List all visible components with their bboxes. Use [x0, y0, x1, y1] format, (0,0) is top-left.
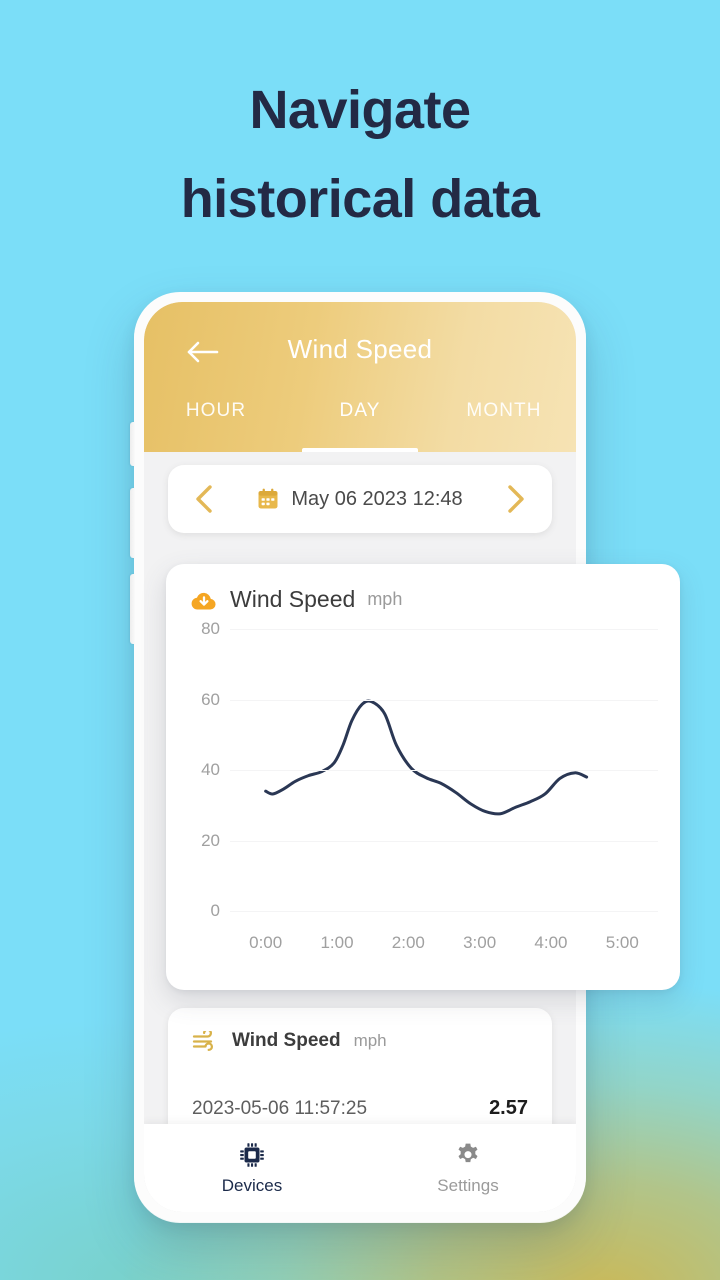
page-title: Wind Speed: [287, 334, 433, 364]
tab-month[interactable]: MONTH: [432, 396, 576, 452]
bottom-navigation: Devices Settings: [144, 1124, 576, 1212]
chart-y-tick: 60: [201, 689, 220, 709]
chart-unit: mph: [367, 589, 403, 609]
phone-side-button-volume-down: [130, 574, 135, 644]
list-item[interactable]: 2023-05-06 11:57:25 2.57: [192, 1097, 528, 1120]
nav-item-settings[interactable]: Settings: [360, 1141, 576, 1196]
chart-series-line: [266, 701, 587, 814]
phone-mockup: Wind Speed HOUR DAY MONTH May 06 2023 12…: [130, 292, 680, 1222]
phone-screen: Wind Speed HOUR DAY MONTH May 06 2023 12…: [144, 302, 680, 1212]
chart-gridline: [230, 770, 658, 771]
date-navigator: May 06 2023 12:48: [168, 465, 552, 533]
reading-value: 2.57: [489, 1097, 528, 1119]
chevron-right-icon[interactable]: [500, 482, 530, 516]
chart-x-tick: 4:00: [534, 933, 568, 952]
tab-hour[interactable]: HOUR: [144, 396, 288, 452]
chart-x-axis: 0:00 1:00 2:00 3:00 4:00 5:00: [230, 933, 658, 953]
app-header: Wind Speed HOUR DAY MONTH: [144, 302, 576, 452]
chart-y-tick: 20: [201, 830, 220, 850]
period-tabs: HOUR DAY MONTH: [144, 396, 576, 452]
chart-gridline: [230, 840, 658, 842]
date-value: May 06 2023 12:48: [291, 487, 463, 510]
chart-title: Wind Speed: [230, 586, 356, 612]
chart-x-tick: 3:00: [463, 933, 497, 952]
chart-gridline: [230, 699, 658, 701]
chart-x-tick: 5:00: [605, 933, 639, 952]
tab-day[interactable]: DAY: [288, 396, 432, 452]
readings-title: Wind Speed: [232, 1030, 341, 1051]
promo-headline: Navigate historical data: [0, 66, 720, 244]
reading-timestamp: 2023-05-06 11:57:25: [192, 1097, 368, 1119]
cloud-download-icon: [191, 592, 216, 609]
wind-icon: [192, 1030, 213, 1051]
chart-x-tick: 0:00: [249, 933, 283, 952]
chart-card: Wind Speed mph 0:00 1:00 2:00 3:00 4:00 5:00 …: [166, 564, 680, 990]
chart-y-tick: 40: [201, 760, 220, 779]
nav-item-devices[interactable]: Devices: [144, 1141, 360, 1196]
chart-x-tick: 2:00: [391, 933, 425, 952]
chart-gridline: [230, 629, 658, 630]
phone-side-button-volume-up: [130, 488, 135, 558]
headline-line-1: Navigate: [249, 80, 471, 140]
gear-icon: [458, 1143, 478, 1162]
readings-unit: mph: [353, 1031, 387, 1050]
chart-y-tick: 0: [210, 901, 220, 920]
headline-line-2: historical data: [180, 169, 540, 229]
chart-x-tick: 1:00: [320, 933, 354, 952]
chevron-left-icon[interactable]: [190, 482, 220, 516]
chart-gridline: [230, 911, 658, 912]
chip-icon: [240, 1142, 264, 1167]
date-display[interactable]: May 06 2023 12:48: [257, 487, 463, 511]
phone-side-button-mute: [130, 422, 135, 466]
chart-y-tick: 80: [201, 619, 220, 638]
chart-card-header: Wind Speed mph: [182, 586, 664, 613]
nav-label-devices: Devices: [221, 1175, 283, 1195]
readings-card-header: Wind Speed mph: [192, 1030, 528, 1052]
nav-label-settings: Settings: [437, 1175, 499, 1195]
chart-plot: 0:00 1:00 2:00 3:00 4:00 5:00 80 60 40 20 0: [182, 619, 664, 959]
calendar-icon: [258, 488, 278, 509]
